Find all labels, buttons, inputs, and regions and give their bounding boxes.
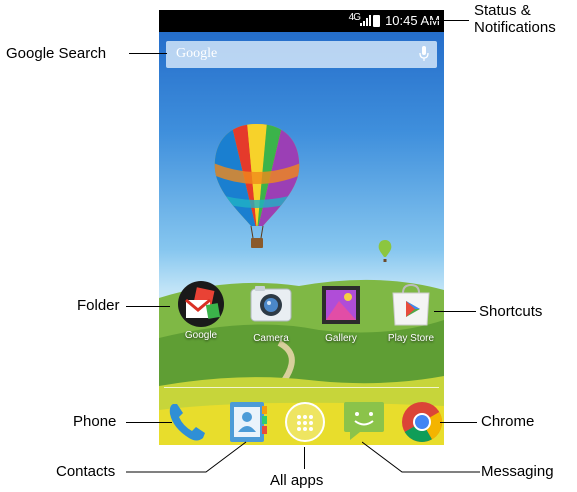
callout-folder: Folder xyxy=(77,297,120,314)
gallery-app[interactable]: Gallery xyxy=(313,283,369,344)
google-folder[interactable]: Google xyxy=(173,280,229,341)
play-store-app[interactable]: Play Store xyxy=(383,283,439,344)
callout-status: Status & Notifications xyxy=(474,2,556,36)
hot-air-balloon xyxy=(214,124,300,248)
all-apps-icon[interactable] xyxy=(283,400,327,444)
contacts-connector xyxy=(126,441,247,473)
callout-chrome: Chrome xyxy=(481,413,535,430)
messaging-connector xyxy=(362,441,480,473)
folder-icon xyxy=(178,281,224,327)
status-bar[interactable]: 4G 10:45 AM xyxy=(159,10,444,32)
callout-messaging: Messaging xyxy=(481,463,554,480)
contacts-icon[interactable] xyxy=(226,400,270,444)
chrome-icon[interactable] xyxy=(400,400,444,444)
phone-screen: 4G 10:45 AM Google Google Camera Gallery… xyxy=(159,10,444,445)
messaging-icon[interactable] xyxy=(342,398,386,442)
google-search-bar[interactable]: Google xyxy=(166,41,437,68)
network-type: 4G xyxy=(348,12,361,23)
callout-shortcuts: Shortcuts xyxy=(479,303,543,320)
app-label-camera: Camera xyxy=(253,333,289,344)
callout-contacts: Contacts xyxy=(56,463,116,480)
callout-google-search: Google Search xyxy=(6,45,107,62)
app-label-play-store: Play Store xyxy=(387,333,435,344)
camera-icon xyxy=(250,286,292,322)
signal-icon xyxy=(360,15,371,26)
app-label-gallery: Gallery xyxy=(325,333,357,344)
small-balloon xyxy=(378,240,392,262)
dock-divider xyxy=(164,387,439,388)
play-store-icon xyxy=(392,283,430,326)
callout-status-line2: Notifications xyxy=(474,19,556,36)
google-logo: Google xyxy=(176,46,218,61)
battery-icon xyxy=(373,15,380,27)
microphone-icon[interactable] xyxy=(419,46,429,62)
app-label-google: Google xyxy=(184,330,218,341)
callout-status-line1: Status & xyxy=(474,2,531,19)
gallery-icon xyxy=(322,286,360,324)
callout-phone: Phone xyxy=(73,413,117,430)
camera-app[interactable]: Camera xyxy=(243,283,299,344)
callout-all-apps: All apps xyxy=(270,472,324,489)
